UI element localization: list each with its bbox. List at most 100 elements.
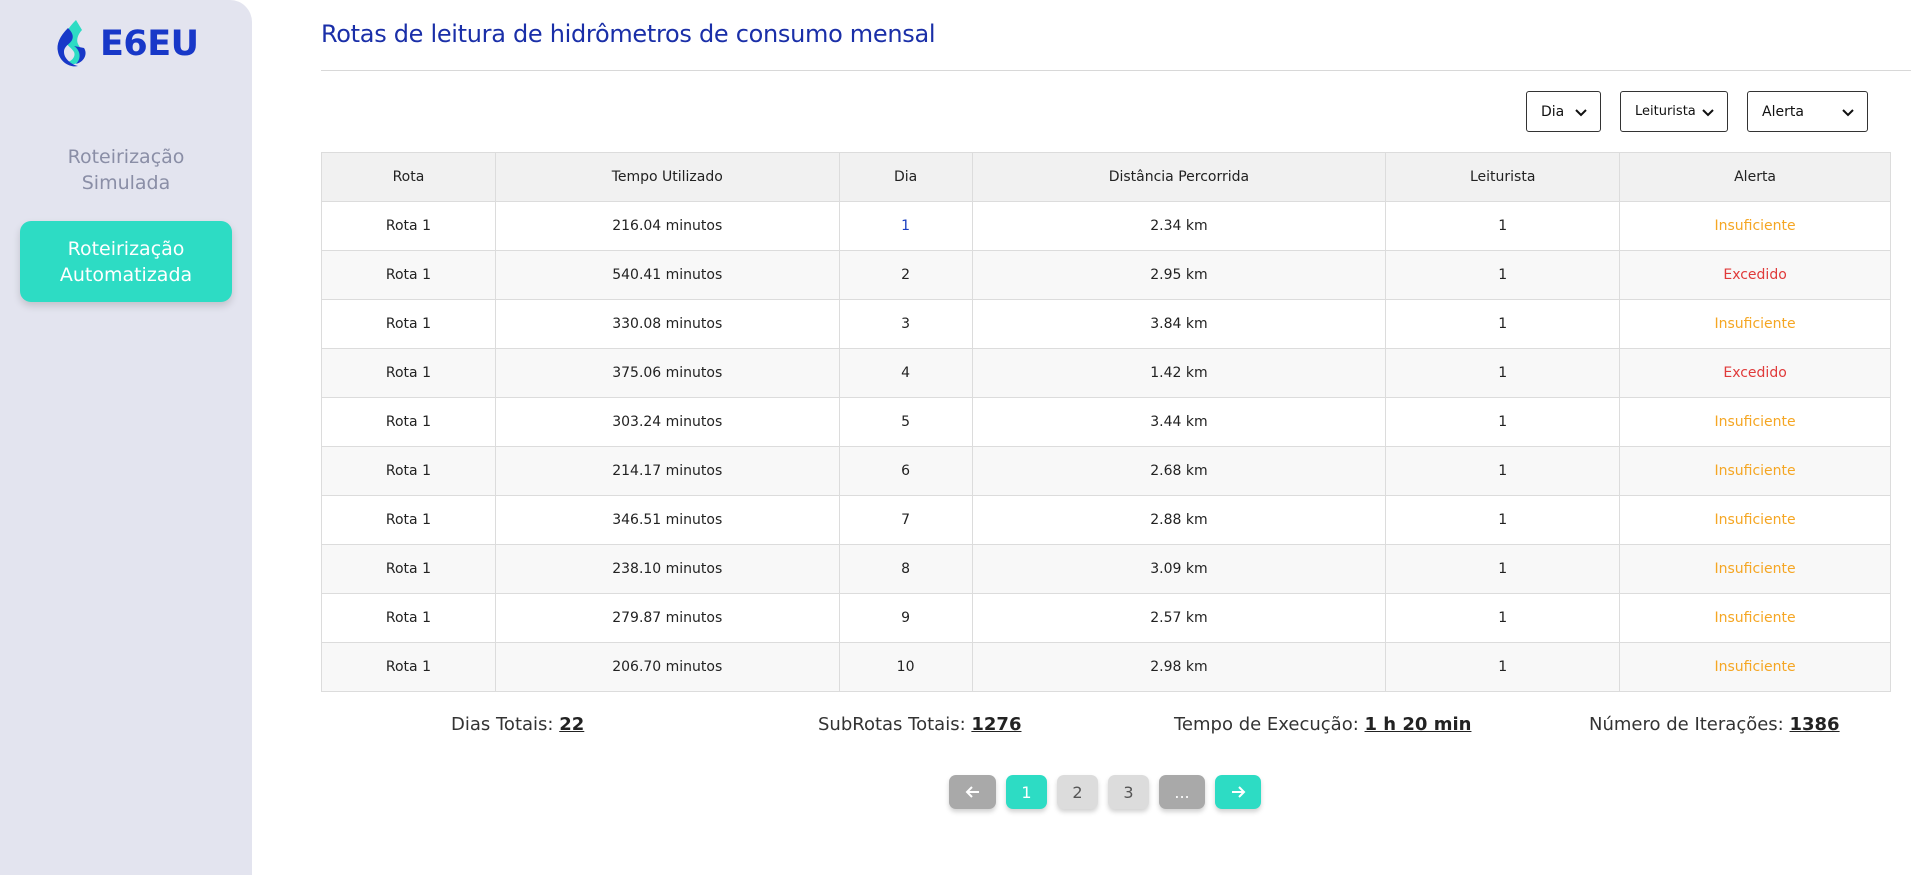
cell-tempo: 206.70 minutos bbox=[494, 642, 840, 692]
stat-dias-label: Dias Totais: bbox=[451, 714, 554, 735]
app-root: E6EU Roteirização Simulada Roteirização … bbox=[0, 0, 1920, 875]
cell-dia: 5 bbox=[838, 397, 973, 447]
cell-leiturista: 1 bbox=[1385, 348, 1621, 398]
column-header-distancia[interactable]: Distância Percorrida bbox=[971, 152, 1387, 202]
cell-alerta: Insuficiente bbox=[1619, 201, 1891, 251]
cell-alerta: Excedido bbox=[1619, 348, 1891, 398]
filter-leiturista-value: Leiturista bbox=[1635, 104, 1696, 119]
cell-tempo: 330.08 minutos bbox=[494, 299, 840, 349]
cell-tempo: 214.17 minutos bbox=[494, 446, 840, 496]
cell-dia: 7 bbox=[838, 495, 973, 545]
sidebar-item-label-line2: Automatizada bbox=[59, 264, 193, 286]
cell-tempo: 238.10 minutos bbox=[494, 544, 840, 594]
filter-dia-value: Dia bbox=[1541, 103, 1565, 120]
arrow-left-icon bbox=[965, 786, 979, 798]
column-header-rota[interactable]: Rota bbox=[321, 152, 496, 202]
stat-dias-totais: Dias Totais: 22 bbox=[451, 714, 584, 735]
cell-distancia: 2.95 km bbox=[971, 250, 1387, 300]
table-row[interactable]: Rota 1 303.24 minutos 5 3.44 km 1 Insufi… bbox=[321, 397, 1891, 447]
table-row[interactable]: Rota 1 279.87 minutos 9 2.57 km 1 Insufi… bbox=[321, 593, 1891, 643]
cell-distancia: 3.09 km bbox=[971, 544, 1387, 594]
table-row[interactable]: Rota 1 540.41 minutos 2 2.95 km 1 Excedi… bbox=[321, 250, 1891, 300]
stat-tempo-value[interactable]: 1 h 20 min bbox=[1365, 714, 1472, 735]
cell-leiturista: 1 bbox=[1385, 593, 1621, 643]
cell-tempo: 303.24 minutos bbox=[494, 397, 840, 447]
cell-leiturista: 1 bbox=[1385, 397, 1621, 447]
title-divider bbox=[321, 70, 1911, 71]
stat-tempo-execucao: Tempo de Execução: 1 h 20 min bbox=[1174, 714, 1471, 735]
cell-leiturista: 1 bbox=[1385, 250, 1621, 300]
cell-tempo: 346.51 minutos bbox=[494, 495, 840, 545]
cell-dia: 3 bbox=[838, 299, 973, 349]
cell-dia: 2 bbox=[838, 250, 973, 300]
sidebar-item-roteirizacao-automatizada[interactable]: Roteirização Automatizada bbox=[20, 221, 232, 302]
cell-distancia: 3.84 km bbox=[971, 299, 1387, 349]
cell-dia: 8 bbox=[838, 544, 973, 594]
cell-tempo: 216.04 minutos bbox=[494, 201, 840, 251]
cell-leiturista: 1 bbox=[1385, 544, 1621, 594]
stat-dias-value[interactable]: 22 bbox=[559, 714, 584, 735]
pagination-ellipsis[interactable]: ... bbox=[1159, 775, 1205, 809]
table-row[interactable]: Rota 1 216.04 minutos 1 2.34 km 1 Insufi… bbox=[321, 201, 1891, 251]
cell-alerta: Insuficiente bbox=[1619, 495, 1891, 545]
cell-dia: 10 bbox=[838, 642, 973, 692]
sidebar-item-roteirizacao-simulada[interactable]: Roteirização Simulada bbox=[20, 144, 232, 196]
cell-alerta: Insuficiente bbox=[1619, 397, 1891, 447]
cell-leiturista: 1 bbox=[1385, 446, 1621, 496]
cell-rota: Rota 1 bbox=[321, 544, 496, 594]
cell-rota: Rota 1 bbox=[321, 348, 496, 398]
filter-leiturista-select[interactable]: Leiturista bbox=[1620, 91, 1728, 132]
cell-distancia: 2.98 km bbox=[971, 642, 1387, 692]
cell-dia: 4 bbox=[838, 348, 973, 398]
stat-iteracoes-label: Número de Iterações: bbox=[1589, 714, 1784, 735]
table-row[interactable]: Rota 1 330.08 minutos 3 3.84 km 1 Insufi… bbox=[321, 299, 1891, 349]
water-drop-logo-icon bbox=[57, 20, 86, 67]
table-row[interactable]: Rota 1 214.17 minutos 6 2.68 km 1 Insufi… bbox=[321, 446, 1891, 496]
cell-alerta: Insuficiente bbox=[1619, 593, 1891, 643]
cell-dia: 9 bbox=[838, 593, 973, 643]
stat-subrotas-value[interactable]: 1276 bbox=[971, 714, 1021, 735]
cell-rota: Rota 1 bbox=[321, 397, 496, 447]
cell-tempo: 375.06 minutos bbox=[494, 348, 840, 398]
brand-logo[interactable]: E6EU bbox=[54, 18, 199, 70]
cell-leiturista: 1 bbox=[1385, 495, 1621, 545]
stat-iteracoes-value[interactable]: 1386 bbox=[1789, 714, 1839, 735]
chevron-down-icon bbox=[1575, 108, 1587, 116]
table-header-row: Rota Tempo Utilizado Dia Distância Perco… bbox=[321, 152, 1891, 202]
column-header-leiturista[interactable]: Leiturista bbox=[1385, 152, 1621, 202]
pagination-page-2[interactable]: 2 bbox=[1057, 775, 1098, 809]
cell-rota: Rota 1 bbox=[321, 495, 496, 545]
sidebar: E6EU Roteirização Simulada Roteirização … bbox=[0, 0, 252, 875]
column-header-alerta[interactable]: Alerta bbox=[1619, 152, 1891, 202]
stat-subrotas-label: SubRotas Totais: bbox=[818, 714, 966, 735]
cell-rota: Rota 1 bbox=[321, 250, 496, 300]
filter-alerta-select[interactable]: Alerta bbox=[1747, 91, 1868, 132]
cell-rota: Rota 1 bbox=[321, 446, 496, 496]
cell-rota: Rota 1 bbox=[321, 201, 496, 251]
cell-distancia: 3.44 km bbox=[971, 397, 1387, 447]
cell-distancia: 2.68 km bbox=[971, 446, 1387, 496]
chevron-down-icon bbox=[1842, 108, 1854, 116]
cell-alerta: Insuficiente bbox=[1619, 446, 1891, 496]
stat-subrotas-totais: SubRotas Totais: 1276 bbox=[818, 714, 1021, 735]
pagination-next-button[interactable] bbox=[1215, 775, 1261, 809]
table-row[interactable]: Rota 1 206.70 minutos 10 2.98 km 1 Insuf… bbox=[321, 642, 1891, 692]
column-header-dia[interactable]: Dia bbox=[838, 152, 973, 202]
cell-tempo: 279.87 minutos bbox=[494, 593, 840, 643]
sidebar-item-label-line1: Roteirização bbox=[67, 146, 185, 168]
table-row[interactable]: Rota 1 238.10 minutos 8 3.09 km 1 Insufi… bbox=[321, 544, 1891, 594]
cell-alerta: Excedido bbox=[1619, 250, 1891, 300]
cell-distancia: 1.42 km bbox=[971, 348, 1387, 398]
table-row[interactable]: Rota 1 346.51 minutos 7 2.88 km 1 Insufi… bbox=[321, 495, 1891, 545]
pagination-page-3[interactable]: 3 bbox=[1108, 775, 1149, 809]
filter-dia-select[interactable]: Dia bbox=[1526, 91, 1601, 132]
pagination-prev-button[interactable] bbox=[949, 775, 996, 809]
table-row[interactable]: Rota 1 375.06 minutos 4 1.42 km 1 Excedi… bbox=[321, 348, 1891, 398]
sidebar-item-label-line2: Simulada bbox=[81, 172, 171, 194]
cell-rota: Rota 1 bbox=[321, 642, 496, 692]
pagination-page-1[interactable]: 1 bbox=[1006, 775, 1047, 809]
cell-alerta: Insuficiente bbox=[1619, 642, 1891, 692]
cell-distancia: 2.88 km bbox=[971, 495, 1387, 545]
cell-rota: Rota 1 bbox=[321, 299, 496, 349]
column-header-tempo[interactable]: Tempo Utilizado bbox=[494, 152, 840, 202]
